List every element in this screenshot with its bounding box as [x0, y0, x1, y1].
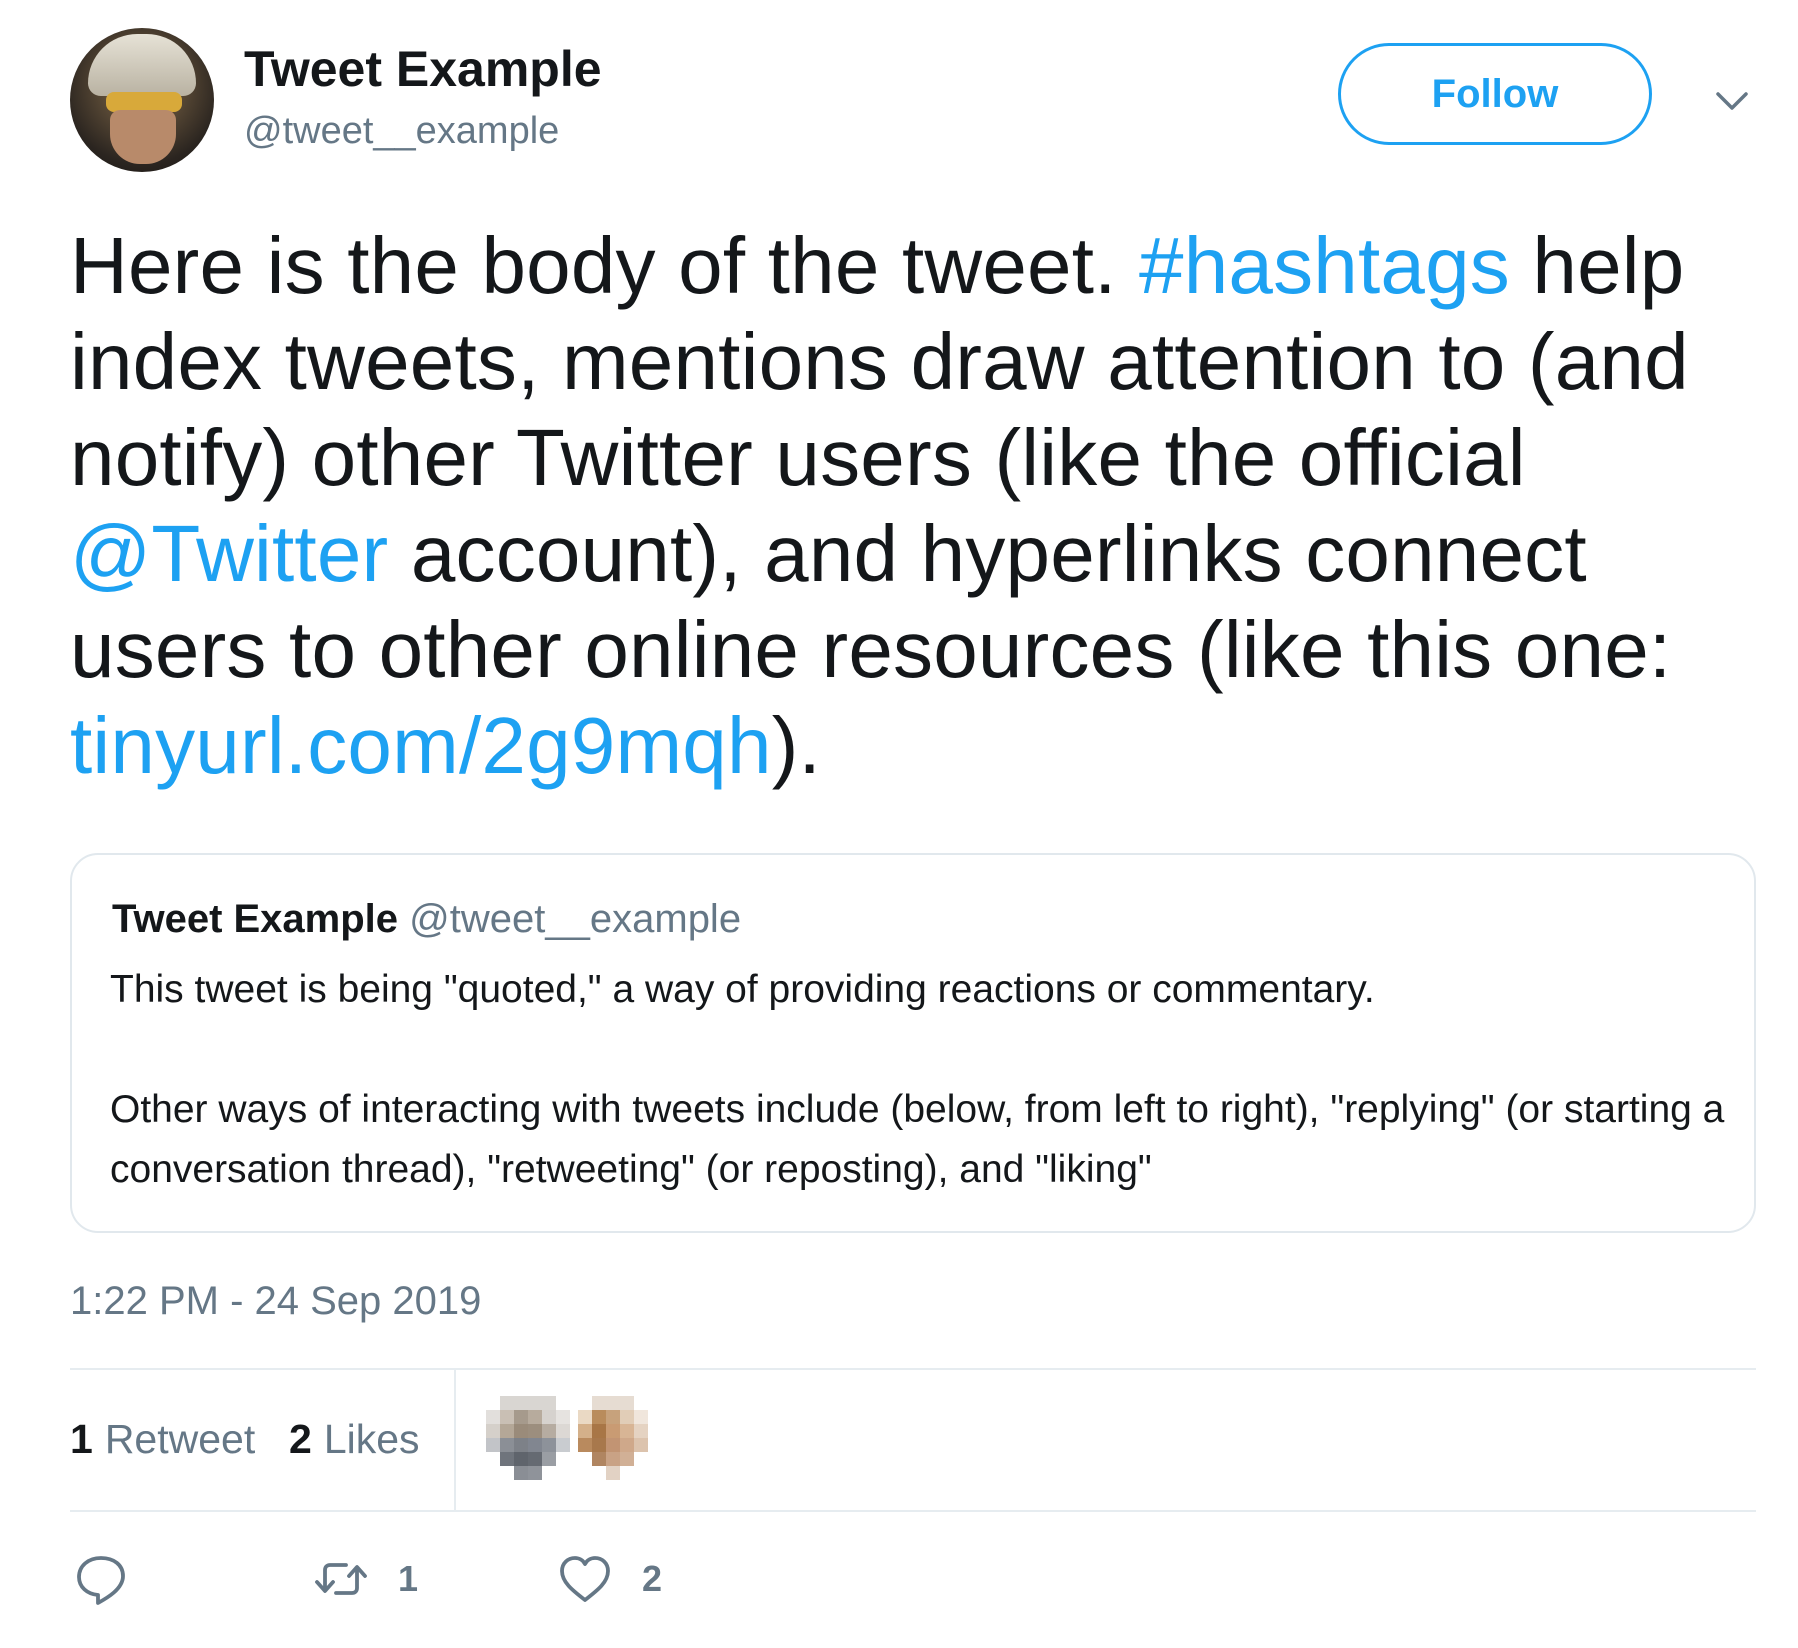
author-avatar[interactable] [70, 28, 214, 172]
follow-button[interactable]: Follow [1338, 43, 1652, 145]
heart-icon[interactable] [558, 1552, 612, 1606]
quoted-tweet-display-name: Tweet Example [112, 897, 399, 941]
retweet-action[interactable]: 1 [314, 1550, 418, 1608]
tweet-text-segment: Here is the body of the tweet. [70, 221, 1140, 310]
divider [70, 1510, 1756, 1512]
liker-avatar[interactable] [578, 1396, 662, 1480]
quoted-tweet-paragraph: Other ways of interacting with tweets in… [110, 1088, 1725, 1191]
like-count: 2 [642, 1558, 663, 1599]
url-link[interactable]: tinyurl.com/2g9mqh [70, 701, 772, 790]
retweet-count: 1 [398, 1558, 419, 1599]
avatar-visor [106, 92, 182, 112]
likes-count: 2 [289, 1416, 312, 1462]
retweets-label: Retweet [104, 1416, 256, 1462]
like-action[interactable]: 2 [558, 1550, 662, 1608]
liker-avatar[interactable] [486, 1396, 570, 1480]
tweet-text-segment: ). [771, 701, 821, 790]
likes-label: Likes [323, 1416, 420, 1462]
reply-action[interactable] [74, 1550, 128, 1608]
retweets-stat[interactable]: 1 Retweet [70, 1416, 255, 1463]
reply-bubble-icon[interactable] [74, 1552, 128, 1606]
tweet-page: Tweet Example @tweet__example Follow Her… [0, 0, 1798, 1648]
mention-link[interactable]: @Twitter [70, 509, 388, 598]
avatar-face [110, 110, 176, 164]
quoted-tweet-paragraph: This tweet is being "quoted," a way of p… [110, 968, 1375, 1011]
divider [70, 1368, 1756, 1370]
quoted-tweet-card[interactable]: Tweet Example @tweet__example This tweet… [70, 853, 1756, 1233]
hashtag-link[interactable]: #hashtags [1139, 221, 1510, 310]
quoted-tweet-handle: @tweet__example [409, 897, 742, 941]
divider [454, 1370, 456, 1510]
retweet-arrows-icon[interactable] [314, 1552, 368, 1606]
quoted-tweet-header: Tweet Example @tweet__example [112, 897, 741, 942]
quoted-tweet-body: This tweet is being "quoted," a way of p… [110, 960, 1730, 1200]
tweet-text: Here is the body of the tweet. #hashtags… [70, 218, 1770, 794]
chevron-down-icon[interactable] [1712, 84, 1752, 118]
tweet-timestamp[interactable]: 1:22 PM - 24 Sep 2019 [70, 1279, 481, 1324]
likes-stat[interactable]: 2 Likes [289, 1416, 420, 1463]
author-handle[interactable]: @tweet__example [244, 110, 559, 153]
avatar-helmet [88, 34, 196, 96]
author-display-name[interactable]: Tweet Example [244, 40, 602, 98]
retweets-count: 1 [70, 1416, 93, 1462]
